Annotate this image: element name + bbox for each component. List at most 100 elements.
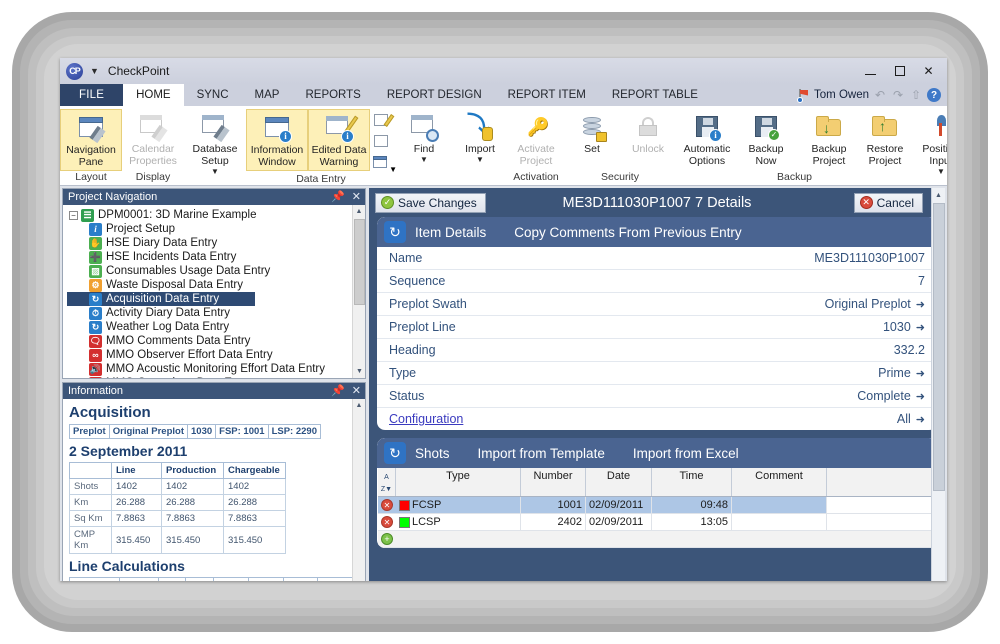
table-row[interactable]: ✕ FCSP 1001 02/09/2011 09:48: [378, 497, 936, 514]
info-record-dropdown-icon[interactable]: ▼: [373, 155, 397, 174]
calendar-properties-button[interactable]: Calendar Properties: [122, 109, 184, 169]
tab-shots[interactable]: Shots: [415, 446, 464, 461]
information-scroll-up-icon[interactable]: ▲: [353, 399, 365, 412]
column-comment[interactable]: Comment: [732, 468, 827, 496]
details-scroll-up-icon[interactable]: ▲: [932, 188, 945, 202]
project-navigation-scrollbar[interactable]: ▲ ▼: [352, 205, 365, 378]
sort-az-icon[interactable]: A Z▼: [378, 468, 396, 496]
field-preplot-line[interactable]: Preplot Line 1030 ➜: [377, 316, 937, 339]
restore-project-button[interactable]: ↑ Restore Project: [857, 109, 913, 169]
tree-item-mmo-comments[interactable]: 🗨 MMO Comments Data Entry: [67, 334, 365, 348]
drilldown-arrow-icon[interactable]: ➜: [916, 413, 925, 426]
find-chevron-down-icon[interactable]: ▼: [420, 155, 428, 163]
field-type[interactable]: Type Prime ➜: [377, 362, 937, 385]
pin-icon[interactable]: 📌: [331, 191, 345, 203]
copy-record-icon[interactable]: [373, 134, 393, 152]
field-heading[interactable]: Heading 332.2: [377, 339, 937, 362]
unlock-button[interactable]: Unlock: [620, 109, 676, 157]
flag-icon[interactable]: [797, 88, 810, 103]
cell-comment[interactable]: [732, 497, 827, 513]
field-sequence[interactable]: Sequence 7: [377, 270, 937, 293]
set-security-button[interactable]: Set: [564, 109, 620, 157]
table-row[interactable]: ✕ LCSP 2402 02/09/2011 13:05: [378, 514, 936, 531]
tree-item-consumables[interactable]: ▨ Consumables Usage Data Entry: [67, 264, 365, 278]
find-button[interactable]: Find ▼: [396, 109, 452, 164]
column-type[interactable]: Type: [396, 468, 521, 496]
delete-row-icon[interactable]: ✕: [378, 497, 396, 513]
import-chevron-down-icon[interactable]: ▼: [476, 155, 484, 163]
back-arrow-icon[interactable]: ↶: [873, 88, 887, 102]
scroll-up-icon[interactable]: ▲: [353, 205, 365, 218]
tree-root[interactable]: − ☰ DPM0001: 3D Marine Example: [67, 208, 365, 222]
database-setup-chevron-down-icon[interactable]: ▼: [211, 167, 219, 175]
field-preplot-swath[interactable]: Preplot Swath Original Preplot ➜: [377, 293, 937, 316]
backup-now-button[interactable]: ✓ Backup Now: [738, 109, 794, 169]
help-icon[interactable]: ?: [927, 88, 941, 102]
import-from-excel-action[interactable]: Import from Excel: [619, 446, 753, 461]
import-from-template-action[interactable]: Import from Template: [464, 446, 619, 461]
cancel-button[interactable]: ✕ Cancel: [853, 192, 923, 213]
tab-report-item[interactable]: REPORT ITEM: [495, 84, 599, 106]
information-scrollbar[interactable]: ▲: [352, 399, 365, 581]
position-input-button[interactable]: Position Input▼: [913, 109, 947, 176]
automatic-options-button[interactable]: i Automatic Options: [676, 109, 738, 169]
database-setup-button[interactable]: Database Setup ▼: [184, 109, 246, 176]
column-number[interactable]: Number: [521, 468, 586, 496]
information-window-button[interactable]: i Information Window: [246, 109, 308, 171]
add-row-icon[interactable]: +: [378, 531, 396, 547]
quick-access-chevron-down-icon[interactable]: ▼: [90, 66, 99, 76]
information-pin-icon[interactable]: 📌: [331, 385, 345, 397]
close-button[interactable]: ✕: [914, 59, 943, 83]
tab-sync[interactable]: SYNC: [184, 84, 242, 106]
edit-record-icon[interactable]: [373, 113, 395, 131]
field-configuration[interactable]: Configuration All ➜: [377, 408, 937, 430]
edited-data-warning-button[interactable]: i Edited Data Warning: [308, 109, 370, 171]
user-name-label[interactable]: Tom Owen: [814, 89, 869, 101]
drilldown-arrow-icon[interactable]: ➜: [916, 390, 925, 403]
app-logo-icon[interactable]: CP: [66, 62, 83, 80]
field-label-configuration[interactable]: Configuration: [389, 412, 463, 426]
tab-map[interactable]: MAP: [242, 84, 293, 106]
tree-expander-icon[interactable]: −: [69, 210, 78, 220]
scrollbar-thumb[interactable]: [354, 219, 365, 305]
close-panel-icon[interactable]: ✕: [352, 191, 361, 203]
drilldown-arrow-icon[interactable]: ➜: [916, 298, 925, 311]
tree-item-project-setup[interactable]: i Project Setup: [67, 222, 365, 236]
field-status[interactable]: Status Complete ➜: [377, 385, 937, 408]
details-scrollbar-thumb[interactable]: [933, 203, 945, 491]
up-arrow-icon[interactable]: ⇧: [909, 88, 923, 102]
column-time[interactable]: Time: [652, 468, 732, 496]
tree-item-waste-disposal[interactable]: ⚙ Waste Disposal Data Entry: [67, 278, 365, 292]
navigation-pane-button[interactable]: Navigation Pane: [60, 109, 122, 171]
drilldown-arrow-icon[interactable]: ➜: [916, 367, 925, 380]
tree-item-mmo-operations[interactable]: ↻ MMO Operations Data Entry: [67, 376, 365, 378]
tree-item-mmo-acoustic[interactable]: 🔊 MMO Acoustic Monitoring Effort Data En…: [67, 362, 365, 376]
tree-item-hse-incidents[interactable]: ➕ HSE Incidents Data Entry: [67, 250, 365, 264]
tree-item-weather-log[interactable]: ↻ Weather Log Data Entry: [67, 320, 365, 334]
forward-arrow-icon[interactable]: ↷: [891, 88, 905, 102]
tab-report-design[interactable]: REPORT DESIGN: [374, 84, 495, 106]
tree-item-activity-diary[interactable]: ⏱ Activity Diary Data Entry: [67, 306, 365, 320]
field-name[interactable]: Name ME3D111030P1007: [377, 247, 937, 270]
tree-item-hse-diary[interactable]: ✋ HSE Diary Data Entry: [67, 236, 365, 250]
tab-item-details[interactable]: Item Details: [415, 225, 500, 240]
tab-report-table[interactable]: REPORT TABLE: [599, 84, 711, 106]
tree-item-acquisition[interactable]: ↻ Acquisition Data Entry: [67, 292, 255, 306]
scroll-down-icon[interactable]: ▼: [353, 365, 365, 378]
minimize-button[interactable]: [856, 59, 885, 83]
information-close-icon[interactable]: ✕: [352, 385, 361, 397]
add-row[interactable]: +: [378, 531, 936, 548]
tab-reports[interactable]: REPORTS: [292, 84, 373, 106]
tree-item-mmo-observer[interactable]: ∞ MMO Observer Effort Data Entry: [67, 348, 365, 362]
tab-home[interactable]: HOME: [123, 84, 184, 106]
copy-comments-action[interactable]: Copy Comments From Previous Entry: [500, 225, 755, 240]
tab-file[interactable]: FILE: [60, 84, 124, 106]
drilldown-arrow-icon[interactable]: ➜: [916, 321, 925, 334]
import-button[interactable]: ⤵ Import ▼: [452, 109, 508, 164]
details-scrollbar[interactable]: ▲: [931, 188, 945, 581]
delete-row-icon[interactable]: ✕: [378, 514, 396, 530]
position-input-chevron-down-icon[interactable]: ▼: [937, 167, 945, 175]
activate-project-button[interactable]: 🔑 Activate Project: [508, 109, 564, 169]
backup-project-button[interactable]: ↓ Backup Project: [801, 109, 857, 169]
maximize-button[interactable]: [885, 59, 914, 83]
